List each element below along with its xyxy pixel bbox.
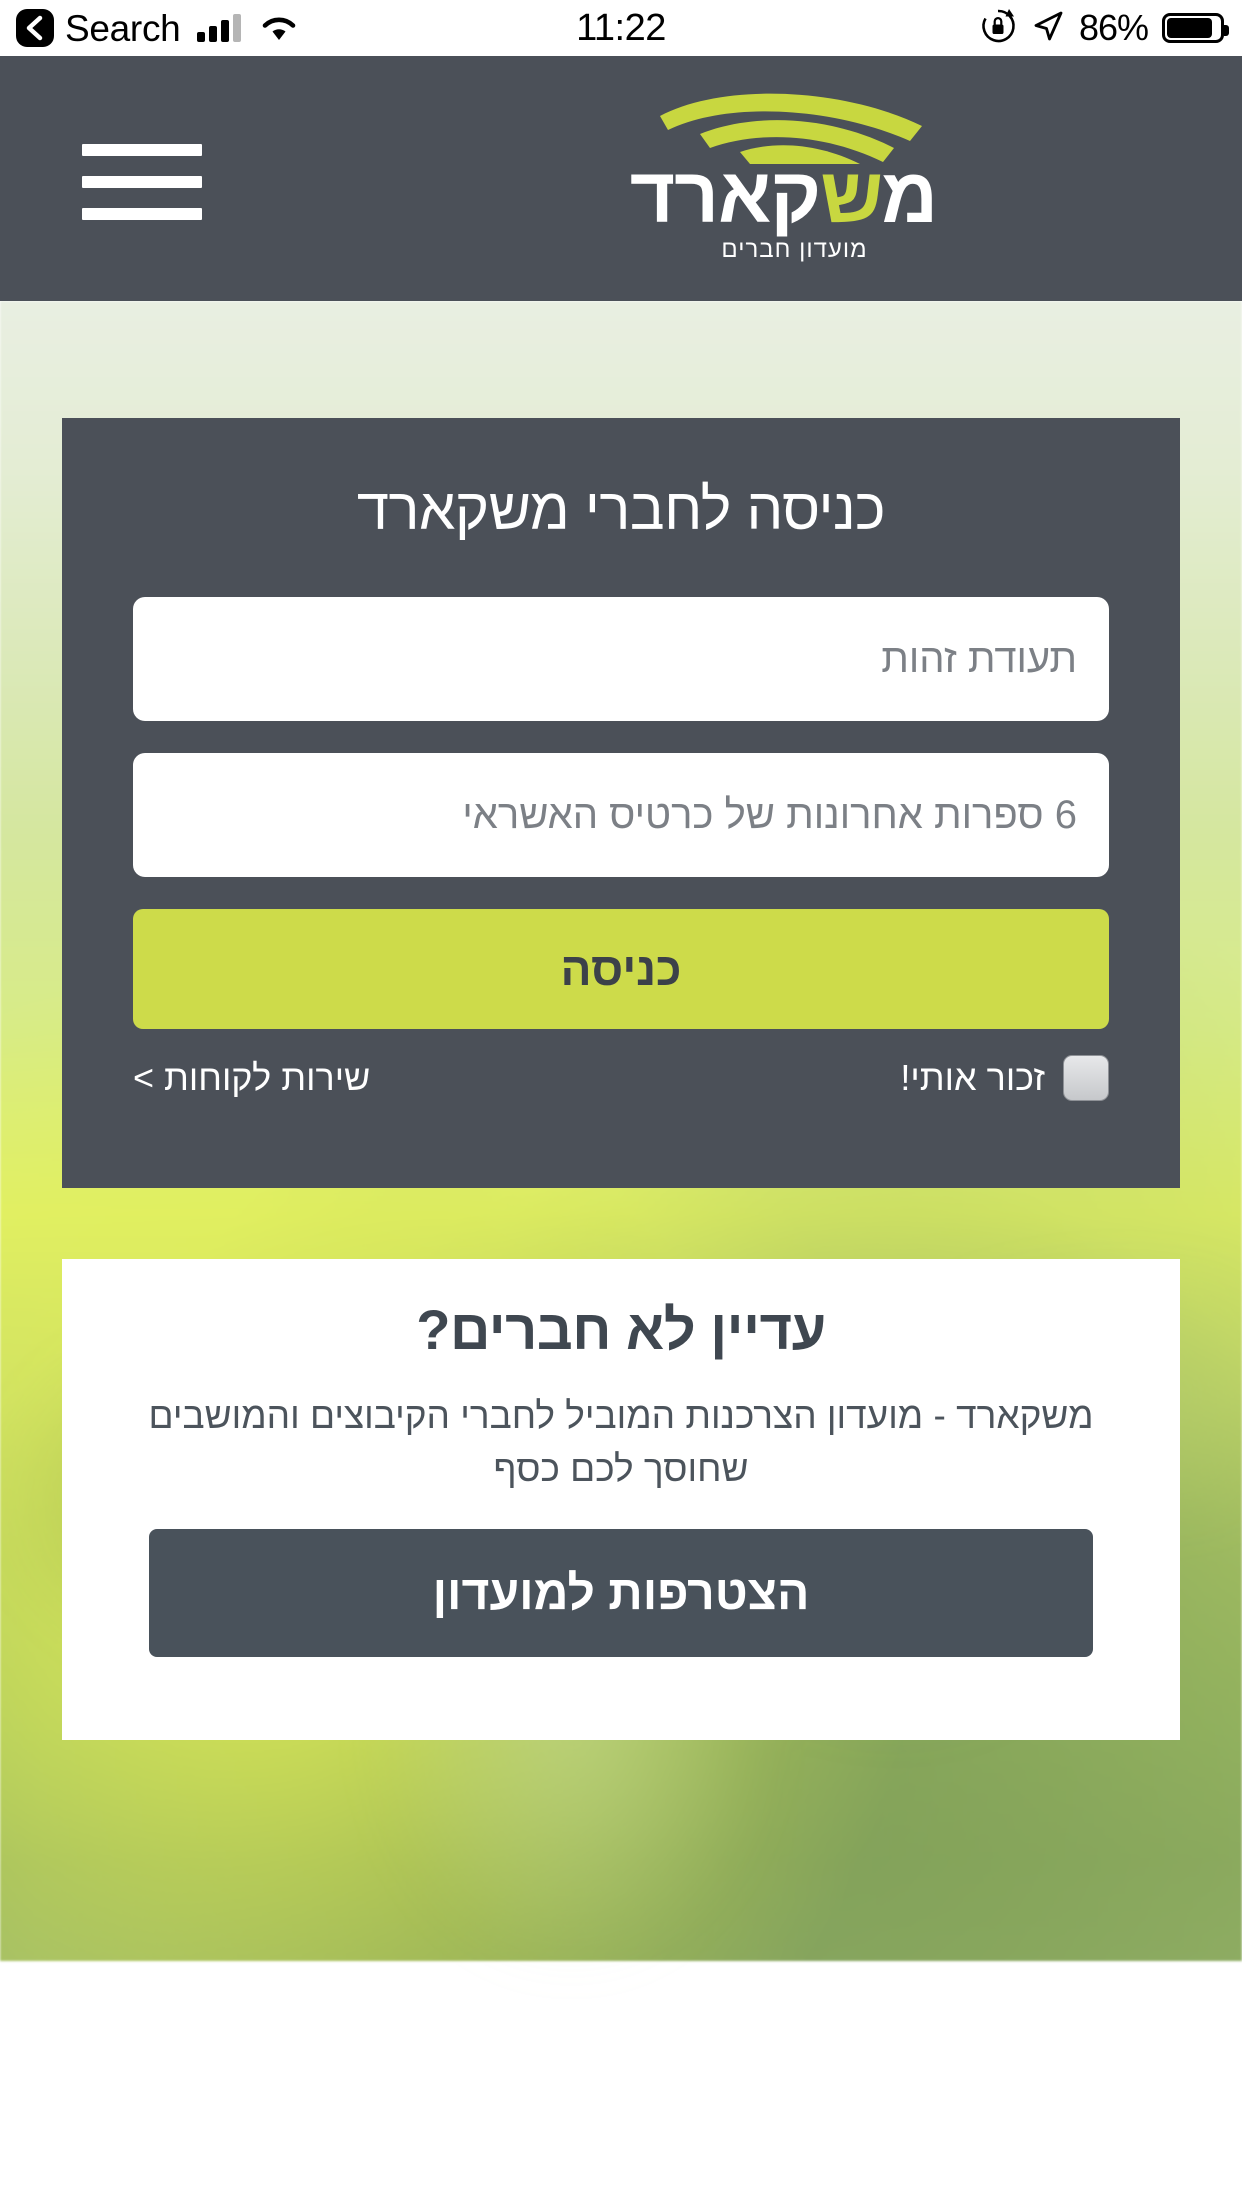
app-screen: Search 11:22 86% משקארד מועדון חברים כני… <box>0 0 1242 2208</box>
battery-percentage: 86% <box>1078 7 1149 48</box>
back-to-app-button[interactable] <box>16 9 54 47</box>
credit-card-last6-placeholder: 6 ספרות אחרונות של כרטיס האשראי <box>462 792 1077 837</box>
remember-me-label: זכור אותי! <box>900 1057 1045 1098</box>
status-bar-right: 86% <box>979 7 1229 50</box>
id-number-input[interactable]: תעודת זהות <box>133 597 1109 721</box>
join-card-description: משקארד - מועדון הצרכנות המוביל לחברי הקי… <box>148 1395 1094 1489</box>
hamburger-bar <box>82 144 202 156</box>
hamburger-bar <box>82 208 202 220</box>
location-arrow-icon <box>1031 9 1065 48</box>
logo-subtitle: מועדון חברים <box>721 236 868 263</box>
remember-me-checkbox[interactable] <box>1063 1055 1109 1101</box>
join-club-card: עדיין לא חברים? משקארד - מועדון הצרכנות … <box>62 1259 1180 1740</box>
cellular-signal-icon <box>197 14 242 42</box>
rotation-lock-icon <box>979 7 1017 50</box>
credit-card-last6-input[interactable]: 6 ספרות אחרונות של כרטיס האשראי <box>133 753 1109 877</box>
customer-service-link[interactable]: שירות לקוחות > <box>133 1057 370 1099</box>
login-meta-row: זכור אותי! שירות לקוחות > <box>133 1055 1109 1101</box>
status-bar-back-label[interactable]: Search <box>65 10 181 47</box>
wifi-icon <box>260 13 298 43</box>
ios-status-bar: Search 11:22 86% <box>0 0 1242 56</box>
join-club-button[interactable]: הצטרפות למועדון <box>149 1529 1093 1658</box>
join-card-title: עדיין לא חברים? <box>416 1298 826 1361</box>
brand-logo[interactable]: משקארד מועדון חברים <box>629 78 938 278</box>
chevron-left-icon <box>26 15 43 41</box>
hamburger-menu-icon[interactable] <box>82 144 202 220</box>
battery-icon <box>1162 13 1229 43</box>
login-card: כניסה לחברי משקארד תעודת זהות 6 ספרות אח… <box>62 418 1180 1188</box>
login-title: כניסה לחברי משקארד <box>356 477 886 542</box>
status-bar-left: Search <box>16 9 298 47</box>
login-submit-button[interactable]: כניסה <box>133 909 1109 1029</box>
logo-wordmark: משקארד <box>629 151 938 239</box>
site-header: משקארד מועדון חברים <box>0 56 1242 301</box>
remember-me-group[interactable]: זכור אותי! <box>900 1055 1109 1101</box>
hamburger-bar <box>82 176 202 188</box>
logo-accent-letter: ש <box>820 151 883 239</box>
login-form: תעודת זהות 6 ספרות אחרונות של כרטיס האשר… <box>133 597 1109 1029</box>
id-number-placeholder: תעודת זהות <box>881 636 1077 681</box>
